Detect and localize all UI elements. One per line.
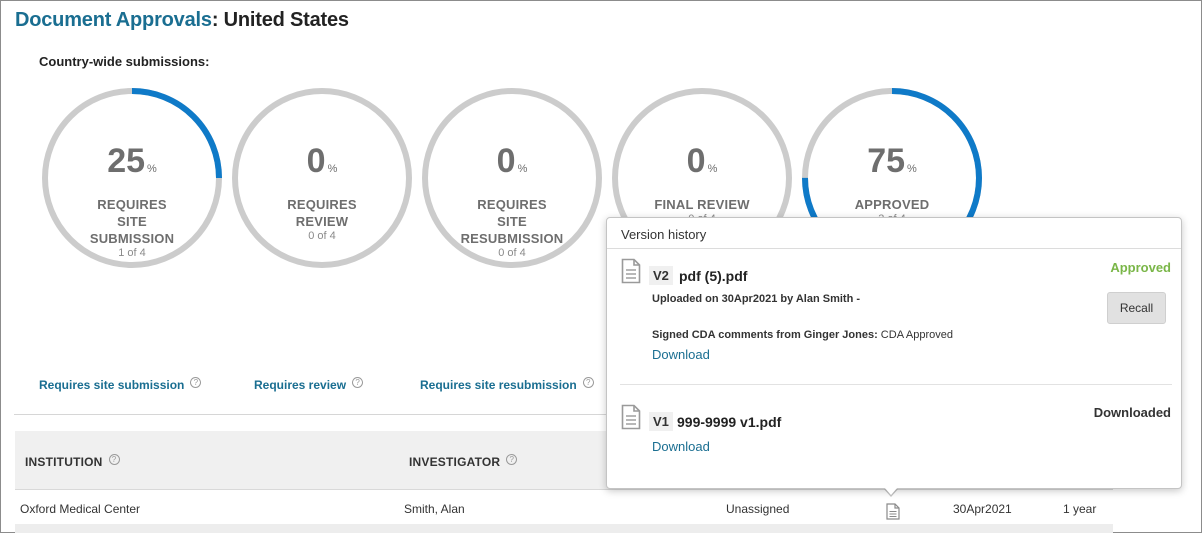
recall-button[interactable]: Recall: [1107, 292, 1166, 324]
ring-label-line: FINAL REVIEW: [654, 197, 750, 212]
help-icon[interactable]: ?: [506, 454, 518, 465]
ring-value: 0: [686, 142, 706, 180]
table-row-next: [15, 524, 1113, 533]
ring-label-line: REQUIRES: [287, 197, 357, 212]
ring-unit: %: [907, 163, 917, 175]
ring-label-line: REQUIRES: [477, 197, 547, 212]
column-header-label: INSTITUTION: [25, 455, 103, 469]
ring-count: 0 of 4: [308, 230, 336, 242]
cell-duration: 1 year: [1063, 502, 1097, 516]
ring-label-line: SUBMISSION: [89, 231, 175, 246]
version-filename: pdf (5).pdf: [679, 268, 748, 284]
version-badge: V2: [649, 266, 673, 285]
ring-requires-site-resubmission[interactable]: 0% REQUIRES SITE RESUBMISSION 0 of 4: [420, 86, 604, 270]
file-icon: [621, 258, 641, 289]
ring-value: 75: [867, 142, 906, 180]
ring-requires-review[interactable]: 0% REQUIRES REVIEW 0 of 4: [230, 86, 414, 270]
filter-label[interactable]: Requires site submission: [39, 378, 184, 392]
column-header-investigator[interactable]: INVESTIGATOR?: [409, 454, 518, 469]
popup-title: Version history: [607, 218, 1181, 249]
table-row[interactable]: [15, 489, 1113, 527]
help-icon[interactable]: ?: [352, 377, 364, 388]
ring-label-line: APPROVED: [854, 197, 930, 212]
page-title-country: : United States: [211, 9, 349, 31]
filter-label[interactable]: Requires review: [254, 378, 346, 392]
ring-label-line: RESUBMISSION: [460, 231, 564, 246]
ring-label-line: REVIEW: [295, 214, 349, 229]
ring-value: 25: [107, 142, 146, 180]
version-separator: [620, 384, 1172, 385]
status-downloaded: Downloaded: [1093, 405, 1171, 420]
comment-label: Signed CDA comments from Ginger Jones:: [652, 329, 878, 341]
ring-value: 0: [496, 142, 516, 180]
ring-requires-site-submission[interactable]: 25% REQUIRES SITE SUBMISSION 1 of 4: [40, 86, 224, 270]
filter-requires-site-resubmission[interactable]: Requires site resubmission?: [420, 377, 594, 392]
cell-date: 30Apr2021: [953, 502, 1012, 516]
download-link[interactable]: Download: [652, 347, 710, 362]
cell-investigator: Smith, Alan: [404, 502, 465, 516]
page-title: Document Approvals: United States: [15, 9, 349, 32]
ring-count: 1 of 4: [118, 247, 146, 259]
status-approved: Approved: [1110, 260, 1171, 275]
help-icon[interactable]: ?: [582, 377, 594, 388]
file-icon: [621, 404, 641, 435]
ring-unit: %: [517, 163, 528, 175]
column-header-label: INVESTIGATOR: [409, 455, 501, 469]
column-header-institution[interactable]: INSTITUTION?: [25, 454, 120, 469]
filter-requires-review[interactable]: Requires review?: [254, 377, 364, 392]
version-upload-info: Uploaded on 30Apr2021 by Alan Smith -: [652, 293, 861, 305]
version-comment: Signed CDA comments from Ginger Jones: C…: [652, 329, 953, 341]
ring-count: 0 of 4: [498, 247, 526, 259]
version-badge: V1: [649, 412, 673, 431]
filter-label[interactable]: Requires site resubmission: [420, 378, 577, 392]
help-icon[interactable]: ?: [190, 377, 202, 388]
version-history-popup: Version history V2 pdf (5).pdf Uploaded …: [606, 217, 1182, 489]
cell-assignee: Unassigned: [726, 502, 790, 516]
help-icon[interactable]: ?: [108, 454, 120, 465]
ring-label-line: SITE: [497, 214, 527, 229]
document-icon[interactable]: [886, 503, 900, 525]
cell-institution: Oxford Medical Center: [20, 502, 141, 516]
version-filename: 999-9999 v1.pdf: [677, 414, 782, 430]
submissions-heading: Country-wide submissions:: [39, 54, 210, 69]
ring-label-line: REQUIRES: [97, 197, 167, 212]
download-link[interactable]: Download: [652, 439, 710, 454]
ring-unit: %: [707, 163, 718, 175]
filter-requires-site-submission[interactable]: Requires site submission?: [39, 377, 202, 392]
ring-value: 0: [306, 142, 326, 180]
popup-arrow-fill: [884, 487, 898, 495]
ring-unit: %: [327, 163, 338, 175]
ring-label-line: SITE: [117, 214, 147, 229]
page-title-accent: Document Approvals: [15, 9, 212, 31]
comment-text: CDA Approved: [877, 329, 953, 341]
ring-unit: %: [147, 163, 157, 175]
